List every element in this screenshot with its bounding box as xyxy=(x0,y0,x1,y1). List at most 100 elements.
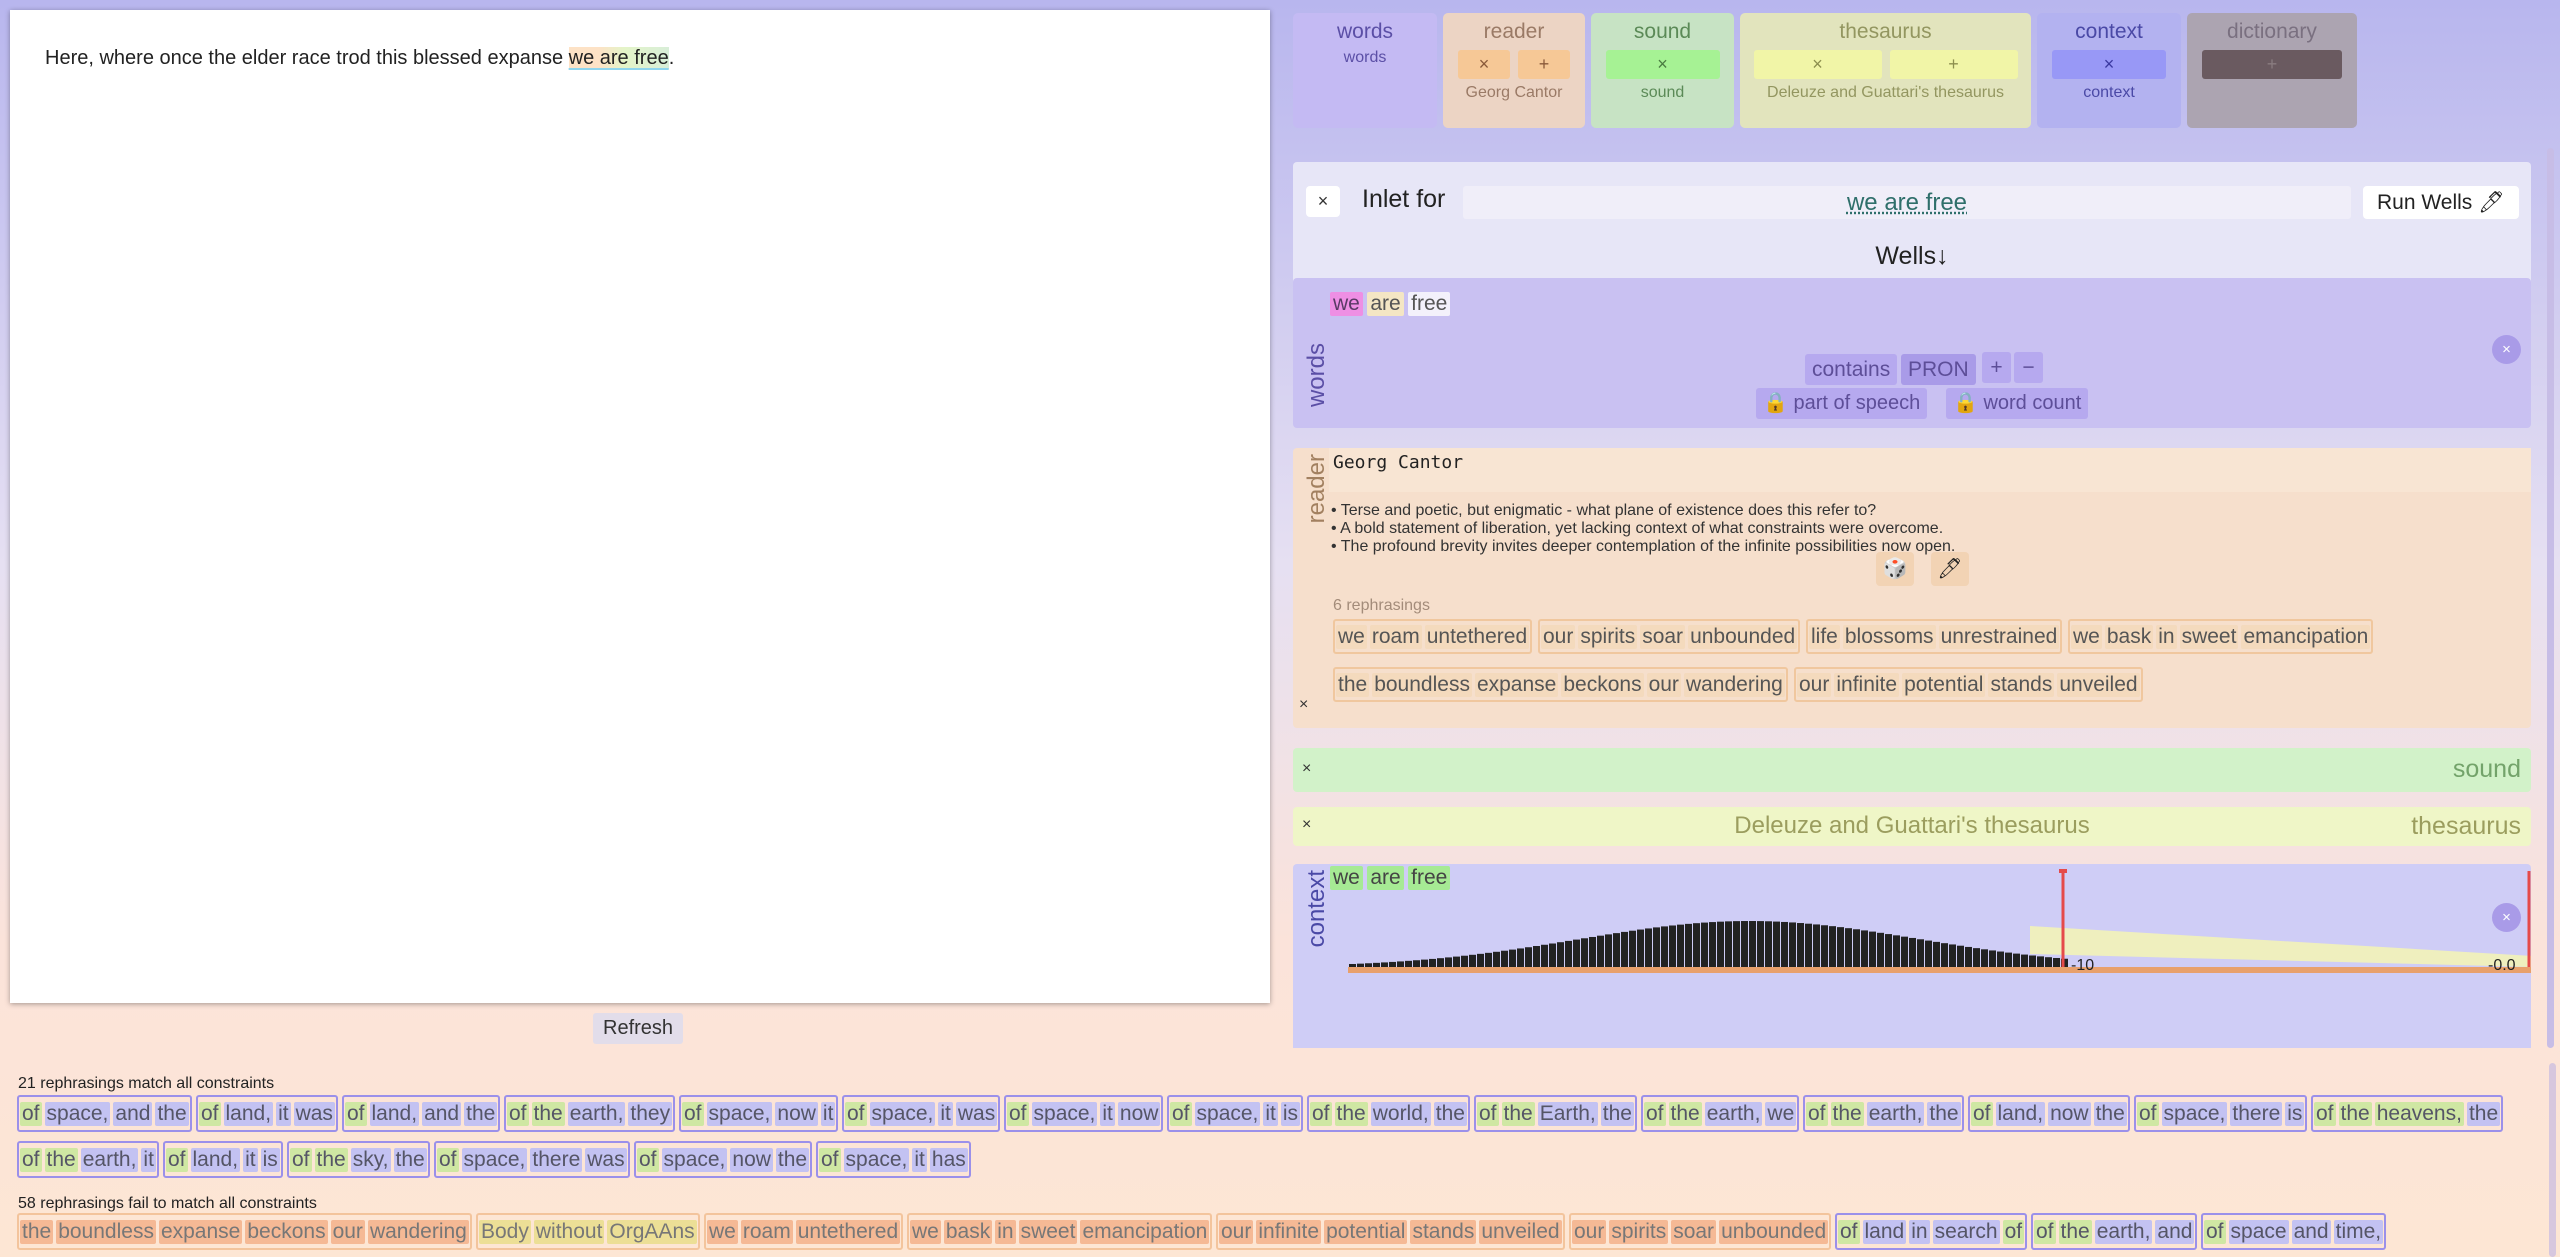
matched-rephrasing[interactable]: of the sky, the xyxy=(287,1141,430,1178)
results-scrollbar[interactable] xyxy=(2549,1063,2556,1257)
matched-rephrasing[interactable]: of space, now it xyxy=(679,1095,839,1132)
remove-constraint-button[interactable]: − xyxy=(2014,352,2043,383)
reader-section: reader Georg Cantor Terse and poetic, bu… xyxy=(1293,448,2531,728)
matched-rephrasing[interactable]: of space, it now xyxy=(1004,1095,1164,1132)
context-remove-button[interactable]: × xyxy=(2052,50,2166,79)
failed-rephrasing[interactable]: our spirits soar unbounded xyxy=(1569,1213,1832,1250)
histogram-bar xyxy=(1637,929,1644,967)
thesaurus-remove-button[interactable]: × xyxy=(1753,50,1882,79)
histogram-bar xyxy=(1789,922,1796,967)
result-word: of xyxy=(1971,1101,1993,1126)
histogram-bar xyxy=(1397,961,1404,967)
histogram-bar xyxy=(1677,924,1684,967)
rephrasing-chip[interactable]: our spirits soar unbounded xyxy=(1538,619,1801,654)
matched-rephrasing[interactable]: of land, and the xyxy=(342,1095,501,1132)
sound-remove-button[interactable]: × xyxy=(1605,50,1720,79)
matched-rephrasing[interactable]: of the world, the xyxy=(1307,1095,1470,1132)
refresh-button[interactable]: Refresh xyxy=(593,1013,684,1044)
add-constraint-button[interactable]: + xyxy=(1982,352,2011,383)
threshold-handle[interactable] xyxy=(2059,869,2067,873)
thesaurus-add-button[interactable]: + xyxy=(1889,50,2018,79)
histogram-bar xyxy=(1469,954,1476,967)
module-words[interactable]: words words xyxy=(1293,13,1437,128)
module-sound[interactable]: sound × sound xyxy=(1591,13,1734,128)
failed-rephrasing[interactable]: our infinite potential stands unveiled xyxy=(1216,1213,1565,1250)
editor-text-end: . xyxy=(668,47,675,69)
failed-rephrasing[interactable]: we bask in sweet emancipation xyxy=(907,1213,1213,1250)
result-word: world, xyxy=(1370,1101,1431,1126)
rephrasing-chip[interactable]: life blossoms unrestrained xyxy=(1806,619,2063,654)
reader-add-button[interactable]: + xyxy=(1518,50,1570,79)
matched-rephrasing[interactable]: of space, now the xyxy=(634,1141,813,1178)
rephrasing-chip[interactable]: the boundless expanse beckons our wandering xyxy=(1333,667,1788,702)
matched-rephrasing[interactable]: of space, and the xyxy=(17,1095,192,1132)
contains-toggle[interactable]: contains xyxy=(1805,354,1898,385)
result-word: space, xyxy=(661,1147,728,1172)
word-chip[interactable]: free xyxy=(1408,292,1451,316)
failed-rephrasing[interactable]: of land in search of xyxy=(1835,1213,2028,1250)
pen-icon[interactable]: 🖊 xyxy=(1931,552,1969,586)
histogram-bar xyxy=(1957,945,1964,967)
word-chip[interactable]: are xyxy=(1367,292,1404,316)
reader-name-field[interactable]: Georg Cantor xyxy=(1329,448,2531,492)
result-word: it xyxy=(820,1101,836,1126)
text-editor[interactable]: Here, where once the elder race trod thi… xyxy=(10,10,1270,1003)
matched-rephrasing[interactable]: of land, now the xyxy=(1968,1095,2130,1132)
context-distribution-chart[interactable]: -10 -0.0 xyxy=(1293,864,2531,1048)
sound-close-button[interactable]: × xyxy=(1302,760,1311,778)
matched-rephrasing[interactable]: of the heavens, the xyxy=(2311,1095,2504,1132)
failed-rephrasing[interactable]: we roam untethered xyxy=(704,1213,904,1250)
failed-rephrasing[interactable]: the boundless expanse beckons our wandering xyxy=(17,1213,472,1250)
dice-icon[interactable]: 🎲 xyxy=(1876,552,1914,586)
rephrasing-chip[interactable]: our infinite potential stands unveiled xyxy=(1794,667,2143,702)
matched-rephrasing[interactable]: of the Earth, the xyxy=(1474,1095,1637,1132)
rephrasing-chip[interactable]: we roam untethered xyxy=(1333,619,1533,654)
reader-close-button[interactable]: × xyxy=(1299,696,1308,714)
failed-rephrasing[interactable]: Body without OrgAAns xyxy=(476,1213,700,1250)
matched-rephrasing[interactable]: of space, it is xyxy=(1167,1095,1304,1132)
reader-remove-button[interactable]: × xyxy=(1458,50,1510,79)
module-reader[interactable]: reader × + Georg Cantor xyxy=(1443,13,1585,128)
rephrasing-word: our xyxy=(1797,672,1832,697)
selected-phrase[interactable]: we are free xyxy=(568,47,669,69)
run-wells-button[interactable]: Run Wells 🖊 xyxy=(2363,186,2519,219)
result-word: land, xyxy=(1995,1101,2046,1126)
context-close-button[interactable]: × xyxy=(2492,903,2521,932)
rephrasing-chip[interactable]: we bask in sweet emancipation xyxy=(2068,619,2374,654)
matched-rephrasing[interactable]: of space, it was xyxy=(842,1095,1001,1132)
word-chip[interactable]: we xyxy=(1330,292,1363,316)
histogram-bar xyxy=(1725,921,1732,967)
result-word: of xyxy=(1007,1101,1029,1126)
inlet-field[interactable]: we are free xyxy=(1463,186,2351,219)
inlet-close-button[interactable]: × xyxy=(1306,186,1340,217)
matched-rephrasing[interactable]: of space, there was xyxy=(434,1141,630,1178)
matched-rephrasing[interactable]: of the earth, it xyxy=(17,1141,159,1178)
matched-rephrasing[interactable]: of the earth, we xyxy=(1641,1095,1800,1132)
module-words-title: words xyxy=(1336,20,1394,43)
tail-area xyxy=(2030,926,2531,967)
module-thesaurus[interactable]: thesaurus × + Deleuze and Guattari's the… xyxy=(1740,13,2031,128)
pipeline-panel[interactable]: × Inlet for we are free Run Wells 🖊 Well… xyxy=(1293,148,2531,1048)
panel-scrollbar[interactable] xyxy=(2547,148,2554,1048)
matched-rephrasing[interactable]: of land, it was xyxy=(196,1095,338,1132)
histogram-bar xyxy=(1861,930,1868,967)
matched-rephrasing[interactable]: of the earth, they xyxy=(504,1095,676,1132)
matched-rephrasing[interactable]: of space, it has xyxy=(816,1141,971,1178)
module-dictionary[interactable]: dictionary + xyxy=(2187,13,2357,128)
failed-rephrasing[interactable]: of the earth, and xyxy=(2031,1213,2198,1250)
wells-heading: Wells↓ xyxy=(1875,242,1949,270)
words-close-button[interactable]: × xyxy=(2492,335,2521,364)
word-count-lock[interactable]: 🔒 word count xyxy=(1946,388,2089,419)
result-word: bask xyxy=(943,1219,993,1244)
range-track[interactable] xyxy=(1348,967,2531,973)
matched-rephrasing[interactable]: of space, there is xyxy=(2134,1095,2308,1132)
matched-rephrasing[interactable]: of the earth, the xyxy=(1803,1095,1964,1132)
dictionary-add-button[interactable]: + xyxy=(2202,50,2342,79)
module-context[interactable]: context × context xyxy=(2037,13,2181,128)
part-of-speech-lock[interactable]: 🔒 part of speech xyxy=(1756,388,1928,419)
failed-rephrasing[interactable]: of space and time, xyxy=(2201,1213,2387,1250)
context-section: context we are free -10 -0.0 × xyxy=(1293,864,2531,1048)
matched-rephrasing[interactable]: of land, it is xyxy=(163,1141,283,1178)
pos-tag[interactable]: PRON xyxy=(1901,354,1976,385)
result-word: the xyxy=(2338,1101,2372,1126)
